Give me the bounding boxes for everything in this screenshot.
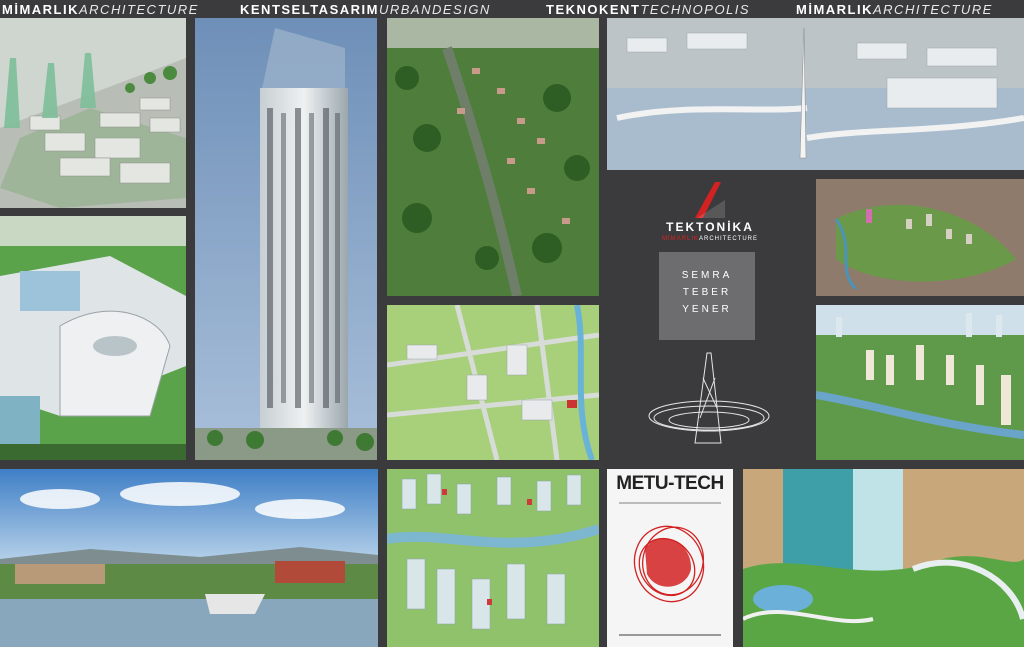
name-box: SEMRA TEBER YENER	[659, 252, 755, 340]
residential-blocks-image[interactable]	[387, 469, 599, 647]
name-semra: SEMRA	[681, 270, 733, 281]
technopark-building-image[interactable]	[0, 216, 186, 460]
valley-residential-image[interactable]	[816, 179, 1024, 296]
metu-tech-poster-image[interactable]: METU-TECH	[607, 469, 733, 647]
name-yener: YENER	[682, 304, 732, 315]
header-strip: MİMARLIKARCHITECTURE KENTSELTASARIMURBAN…	[0, 0, 1024, 18]
campus-plan-image[interactable]	[387, 305, 599, 460]
waterfront-tower-image[interactable]	[607, 18, 1024, 170]
residential-forest-image[interactable]	[387, 18, 599, 296]
logo-subtitle: MİMARLIKARCHITECTURE	[661, 236, 759, 242]
coastal-panorama-image[interactable]	[0, 469, 378, 647]
tower-podium-image[interactable]	[743, 469, 1024, 647]
brand-panel: TEKTONİKA MİMARLIKARCHITECTURE SEMRA TEB…	[607, 172, 813, 460]
header-segment-architecture-2: MİMARLIKARCHITECTURE	[796, 2, 993, 17]
skyscraper-image[interactable]	[195, 18, 377, 460]
logo-name: TEKTONİKA	[666, 220, 754, 234]
header-segment-architecture: MİMARLIKARCHITECTURE	[2, 2, 199, 17]
header-segment-technopolis: TEKNOKENTTECHNOPOLIS	[546, 2, 751, 17]
tektonika-logo-mark	[695, 182, 725, 218]
tower-sketch-image	[648, 352, 770, 444]
masterplan-towers-image[interactable]	[0, 18, 186, 208]
name-teber: TEBER	[682, 287, 732, 298]
river-towers-image[interactable]	[816, 305, 1024, 460]
header-segment-urban-design: KENTSELTASARIMURBANDESIGN	[240, 2, 491, 17]
